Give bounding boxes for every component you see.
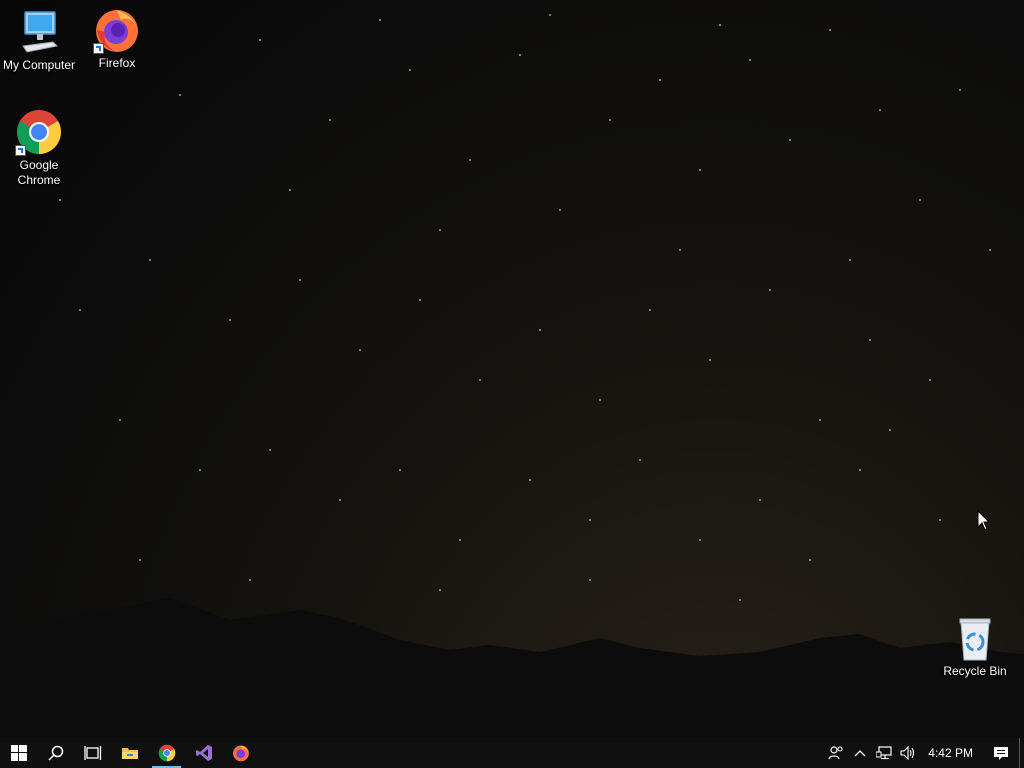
desktop-icon-my-computer[interactable]: My Computer: [0, 8, 78, 73]
wallpaper-mountains: [0, 598, 1024, 740]
chevron-up-icon: [854, 750, 866, 757]
recycle-bin-icon: [951, 614, 999, 662]
taskbar-clock[interactable]: 4:42 PM: [920, 746, 983, 760]
taskbar: 4:42 PM: [0, 738, 1024, 768]
show-hidden-icons-button[interactable]: [848, 738, 872, 768]
chrome-icon: [15, 108, 63, 156]
desktop-icon-label: Firefox: [98, 56, 136, 70]
search-button[interactable]: [37, 738, 74, 768]
mouse-cursor-icon: [977, 510, 991, 531]
taskbar-firefox[interactable]: [222, 738, 259, 768]
folder-icon: [121, 748, 138, 759]
search-icon: [47, 745, 63, 761]
desktop-icon-label: Recycle Bin: [943, 664, 1007, 678]
firefox-icon: [232, 745, 249, 762]
task-view-icon: [83, 746, 101, 760]
desktop-icon-google-chrome[interactable]: Google Chrome: [0, 108, 78, 188]
start-button[interactable]: [0, 738, 37, 768]
shortcut-arrow-icon: [15, 145, 26, 156]
people-icon: [828, 746, 843, 760]
volume-icon: [900, 746, 915, 760]
network-button[interactable]: [872, 738, 896, 768]
task-view-button[interactable]: [74, 738, 111, 768]
taskbar-visual-studio[interactable]: [185, 738, 222, 768]
action-center-icon: [994, 746, 1008, 760]
system-tray: 4:42 PM: [824, 738, 1024, 768]
taskbar-file-explorer[interactable]: [111, 738, 148, 768]
show-desktop-button[interactable]: [1019, 738, 1024, 768]
volume-button[interactable]: [896, 738, 920, 768]
desktop-icon-firefox[interactable]: Firefox: [78, 6, 156, 71]
people-button[interactable]: [824, 738, 848, 768]
desktop-icon-label: Google Chrome: [17, 158, 61, 187]
desktop-icon-recycle-bin[interactable]: Recycle Bin: [936, 614, 1014, 679]
chrome-icon: [158, 744, 175, 762]
taskbar-google-chrome[interactable]: [148, 738, 185, 768]
windows-start-icon: [10, 745, 27, 761]
action-center-button[interactable]: [983, 738, 1019, 768]
firefox-icon: [93, 6, 141, 54]
shortcut-arrow-icon: [93, 43, 104, 54]
computer-icon: [15, 8, 63, 56]
visual-studio-icon: [195, 745, 212, 761]
desktop-icon-label: My Computer: [2, 58, 76, 72]
network-icon: [876, 746, 892, 760]
